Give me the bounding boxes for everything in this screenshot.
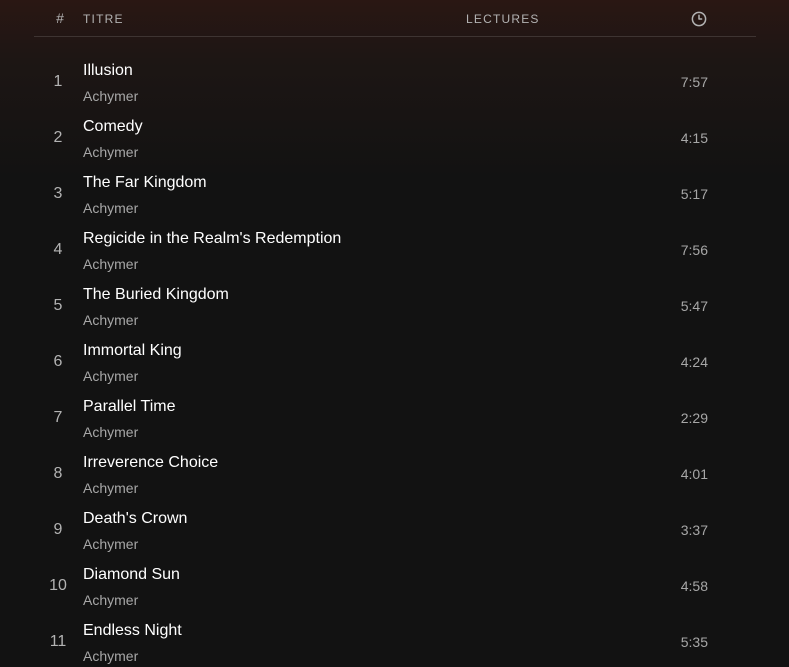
track-title[interactable]: Regicide in the Realm's Redemption: [83, 230, 341, 248]
track-duration: 4:58: [680, 578, 708, 594]
track-duration: 2:29: [680, 410, 708, 426]
track-title[interactable]: Immortal King: [83, 342, 182, 360]
track-duration: 7:56: [680, 242, 708, 258]
track-artist[interactable]: Achymer: [83, 592, 138, 608]
track-artist[interactable]: Achymer: [83, 368, 138, 384]
track-row[interactable]: 1 Illusion Achymer 7:57: [34, 54, 756, 110]
track-artist[interactable]: Achymer: [83, 88, 138, 104]
track-row[interactable]: 6 Immortal King Achymer 4:24: [34, 334, 756, 390]
track-duration: 5:47: [680, 298, 708, 314]
track-number: 2: [53, 129, 63, 146]
track-title[interactable]: Diamond Sun: [83, 566, 180, 584]
header-plays[interactable]: LECTURES: [466, 12, 540, 26]
tracklist-header: # TITRE LECTURES: [34, 0, 756, 37]
track-artist[interactable]: Achymer: [83, 256, 138, 272]
track-row[interactable]: 9 Death's Crown Achymer 3:37: [34, 502, 756, 558]
track-duration: 4:01: [680, 466, 708, 482]
track-title[interactable]: The Buried Kingdom: [83, 286, 229, 304]
track-duration: 5:35: [680, 634, 708, 650]
track-duration: 4:15: [680, 130, 708, 146]
header-number: #: [56, 10, 64, 26]
track-title[interactable]: Parallel Time: [83, 398, 175, 416]
track-row[interactable]: 4 Regicide in the Realm's Redemption Ach…: [34, 222, 756, 278]
track-title[interactable]: Death's Crown: [83, 510, 187, 528]
track-row[interactable]: 8 Irreverence Choice Achymer 4:01: [34, 446, 756, 502]
track-number: 3: [53, 185, 63, 202]
track-number: 5: [53, 297, 63, 314]
track-number: 4: [53, 241, 63, 258]
track-number: 8: [53, 465, 63, 482]
track-title[interactable]: Irreverence Choice: [83, 454, 218, 472]
header-title[interactable]: TITRE: [83, 12, 124, 26]
track-artist[interactable]: Achymer: [83, 424, 138, 440]
track-number: 6: [53, 353, 63, 370]
track-artist[interactable]: Achymer: [83, 200, 138, 216]
track-title[interactable]: Illusion: [83, 62, 133, 80]
track-duration: 5:17: [680, 186, 708, 202]
track-artist[interactable]: Achymer: [83, 144, 138, 160]
track-duration: 3:37: [680, 522, 708, 538]
track-number: 10: [49, 577, 67, 594]
track-row[interactable]: 11 Endless Night Achymer 5:35: [34, 614, 756, 667]
track-number: 9: [53, 521, 63, 538]
track-row[interactable]: 10 Diamond Sun Achymer 4:58: [34, 558, 756, 614]
track-row[interactable]: 7 Parallel Time Achymer 2:29: [34, 390, 756, 446]
track-artist[interactable]: Achymer: [83, 312, 138, 328]
tracklist: 1 Illusion Achymer 7:57 2 Comedy Achymer…: [34, 54, 756, 667]
track-row[interactable]: 2 Comedy Achymer 4:15: [34, 110, 756, 166]
track-title[interactable]: Comedy: [83, 118, 143, 136]
track-duration: 7:57: [680, 74, 708, 90]
track-artist[interactable]: Achymer: [83, 536, 138, 552]
track-number: 1: [53, 73, 63, 90]
track-row[interactable]: 5 The Buried Kingdom Achymer 5:47: [34, 278, 756, 334]
clock-icon[interactable]: [691, 11, 707, 27]
track-artist[interactable]: Achymer: [83, 480, 138, 496]
track-title[interactable]: The Far Kingdom: [83, 174, 207, 192]
track-duration: 4:24: [680, 354, 708, 370]
track-number: 11: [49, 633, 67, 650]
track-row[interactable]: 3 The Far Kingdom Achymer 5:17: [34, 166, 756, 222]
track-title[interactable]: Endless Night: [83, 622, 182, 640]
track-artist[interactable]: Achymer: [83, 648, 138, 664]
track-number: 7: [53, 409, 63, 426]
